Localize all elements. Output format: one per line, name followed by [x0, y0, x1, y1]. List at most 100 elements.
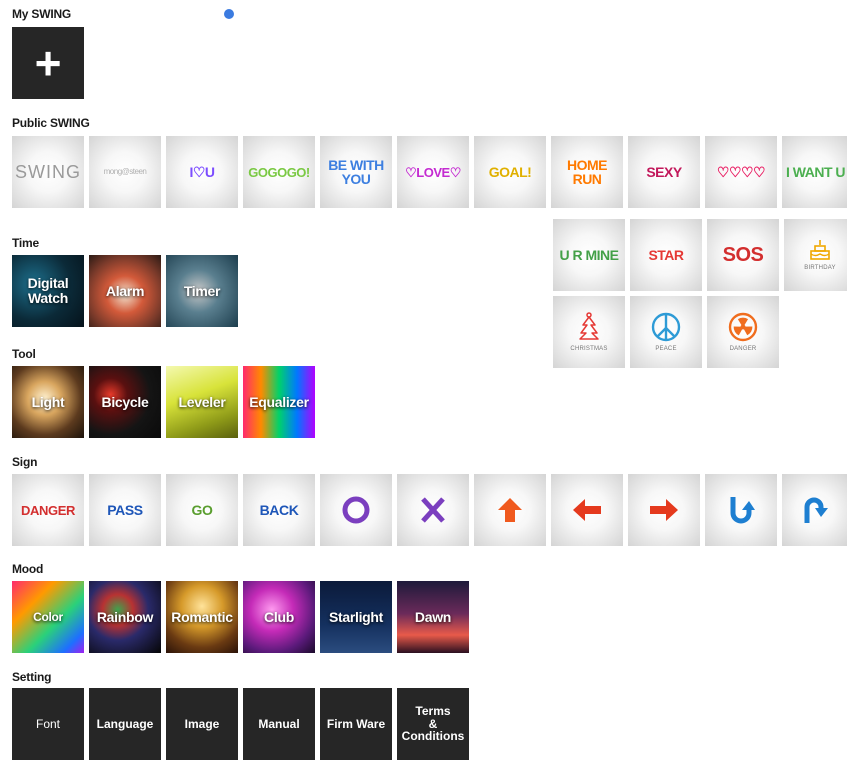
tile-label: Manual: [258, 716, 300, 731]
tile-label: YOU: [341, 171, 371, 187]
public-swing-tile[interactable]: U R MINE: [553, 219, 625, 291]
sign-tile-pass[interactable]: PASS: [89, 474, 161, 546]
mood-tile-starlight[interactable]: Starlight: [320, 581, 392, 653]
public-swing-row-2: U R MINE STAR SOS BIRTHDAY: [553, 219, 847, 291]
tile-label: ♡LOVE♡: [405, 164, 461, 180]
public-swing-tile[interactable]: GOGOGO!: [243, 136, 315, 208]
time-tile-timer[interactable]: Timer: [166, 255, 238, 327]
public-swing-row-3: CHRISTMAS PEACE DANGER: [553, 296, 779, 368]
tile-label: DANGER: [21, 502, 75, 518]
add-swing-button[interactable]: +: [12, 27, 84, 99]
public-swing-tile[interactable]: SWING: [12, 136, 84, 208]
setting-tile-image[interactable]: Image: [166, 688, 238, 760]
tile-label: ♡♡♡♡: [716, 164, 766, 180]
arrow-up-icon: [498, 498, 522, 522]
tile-label: Rainbow: [96, 608, 154, 625]
section-title-my-swing: My SWING: [12, 7, 72, 21]
public-swing-tile[interactable]: mong@steen: [89, 136, 161, 208]
sign-tile-circle[interactable]: [320, 474, 392, 546]
tile-label: RUN: [572, 171, 602, 187]
mood-tile-color[interactable]: Color: [12, 581, 84, 653]
tile-caption: DANGER: [729, 346, 757, 352]
setting-tile-language[interactable]: Language: [89, 688, 161, 760]
public-swing-tile[interactable]: GOAL!: [474, 136, 546, 208]
setting-tile-font[interactable]: Font: [12, 688, 84, 760]
tool-tile-leveler[interactable]: Leveler: [166, 366, 238, 438]
tool-row: Light Bicycle Leveler Equalizer: [12, 366, 315, 438]
tile-label: Romantic: [171, 608, 233, 625]
x-icon: [421, 497, 445, 523]
tile-label: Firm Ware: [326, 716, 386, 731]
christmas-tree-icon: [579, 312, 599, 340]
time-tile-digital-watch[interactable]: Digital Watch: [12, 255, 84, 327]
setting-tile-terms[interactable]: Terms & Conditions: [397, 688, 469, 760]
tool-tile-light[interactable]: Light: [12, 366, 84, 438]
tile-caption: CHRISTMAS: [570, 346, 608, 352]
public-swing-tile[interactable]: BIRTHDAY: [784, 219, 847, 291]
tool-tile-equalizer[interactable]: Equalizer: [243, 366, 315, 438]
circle-icon: [342, 496, 370, 524]
section-title-sign: Sign: [12, 455, 38, 469]
tile-label: Color: [33, 609, 63, 624]
tile-label: STAR: [648, 247, 684, 263]
public-swing-tile[interactable]: I WANT U: [782, 136, 847, 208]
mood-tile-romantic[interactable]: Romantic: [166, 581, 238, 653]
public-swing-tile[interactable]: PEACE: [630, 296, 702, 368]
sign-tile-x[interactable]: [397, 474, 469, 546]
tile-caption: BIRTHDAY: [804, 265, 836, 271]
mood-row: Color Rainbow Romantic Club Starlight Da…: [12, 581, 469, 653]
plus-icon: +: [34, 37, 62, 89]
tile-label: Light: [31, 393, 65, 410]
sign-tile-go[interactable]: GO: [166, 474, 238, 546]
tile-label: Watch: [28, 290, 68, 306]
tool-tile-bicycle[interactable]: Bicycle: [89, 366, 161, 438]
arrow-left-icon: [573, 499, 601, 521]
public-swing-tile[interactable]: BE WITH YOU: [320, 136, 392, 208]
public-swing-tile[interactable]: ♡♡♡♡: [705, 136, 777, 208]
public-swing-tile[interactable]: ♡LOVE♡: [397, 136, 469, 208]
public-swing-tile[interactable]: I♡U: [166, 136, 238, 208]
tile-label: SOS: [722, 244, 764, 266]
mood-tile-club[interactable]: Club: [243, 581, 315, 653]
sign-tile-u-turn-right[interactable]: [782, 474, 847, 546]
tile-label: PASS: [107, 502, 143, 518]
sign-tile-danger[interactable]: DANGER: [12, 474, 84, 546]
tile-label: I♡U: [189, 164, 215, 180]
setting-tile-manual[interactable]: Manual: [243, 688, 315, 760]
tile-label: Digital: [27, 275, 69, 292]
setting-row: Font Language Image Manual Firm Ware Ter…: [12, 688, 469, 760]
sign-row: DANGER PASS GO BACK: [12, 474, 847, 546]
section-title-setting: Setting: [12, 670, 52, 684]
public-swing-tile[interactable]: DANGER: [707, 296, 779, 368]
sign-tile-arrow-left[interactable]: [551, 474, 623, 546]
sign-tile-arrow-up[interactable]: [474, 474, 546, 546]
public-swing-tile[interactable]: CHRISTMAS: [553, 296, 625, 368]
tile-label: I WANT U: [786, 164, 846, 180]
sign-tile-back[interactable]: BACK: [243, 474, 315, 546]
tile-label: U R MINE: [559, 247, 620, 263]
public-swing-tile[interactable]: SOS: [707, 219, 779, 291]
tile-label: GOGOGO!: [248, 164, 310, 180]
public-swing-tile[interactable]: STAR: [630, 219, 702, 291]
birthday-cake-icon: [810, 240, 830, 260]
sign-tile-u-turn-down[interactable]: [705, 474, 777, 546]
tile-label: mong@steen: [103, 167, 147, 176]
public-swing-row-1: SWING mong@steen I♡U GOGOGO! BE WITH YOU …: [12, 136, 847, 208]
section-title-mood: Mood: [12, 562, 44, 576]
setting-tile-firmware[interactable]: Firm Ware: [320, 688, 392, 760]
mood-tile-rainbow[interactable]: Rainbow: [89, 581, 161, 653]
arrow-right-icon: [650, 499, 678, 521]
tile-label: Conditions: [401, 729, 465, 744]
tile-label: Equalizer: [249, 393, 309, 410]
tile-label: Starlight: [328, 608, 384, 625]
peace-icon: [651, 312, 681, 342]
sign-tile-arrow-right[interactable]: [628, 474, 700, 546]
mood-tile-dawn[interactable]: Dawn: [397, 581, 469, 653]
public-swing-tile[interactable]: SEXY: [628, 136, 700, 208]
time-tile-alarm[interactable]: Alarm: [89, 255, 161, 327]
section-title-tool: Tool: [12, 347, 36, 361]
public-swing-tile[interactable]: HOME RUN: [551, 136, 623, 208]
tile-label: Club: [264, 608, 294, 625]
u-turn-down-icon: [730, 497, 755, 524]
tile-label: Alarm: [105, 282, 145, 299]
